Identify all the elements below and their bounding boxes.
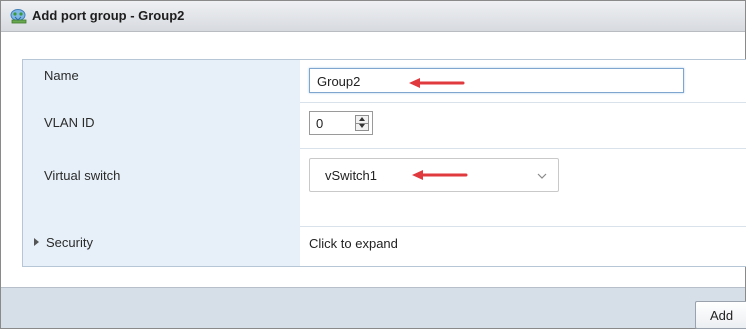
name-label: Name: [44, 68, 79, 83]
stepper-down-icon[interactable]: [356, 123, 368, 130]
name-row: Name Group2: [23, 60, 746, 103]
dialog-footer: Add: [1, 287, 746, 329]
security-row[interactable]: Security Click to expand: [23, 226, 746, 266]
add-button-label: Add: [710, 308, 734, 323]
vlan-id-stepper[interactable]: 0: [309, 111, 373, 135]
security-label-cell: Security: [23, 226, 300, 266]
vlan-row: VLAN ID 0: [23, 102, 746, 149]
network-port-group-icon: [10, 9, 27, 24]
port-group-form: Name Group2 VLAN ID 0 Virtual switch vSw…: [22, 59, 746, 267]
vlan-id-label: VLAN ID: [44, 115, 95, 130]
add-port-group-dialog: Add port group - Group2 Name Group2 VLAN…: [0, 0, 746, 329]
virtual-switch-label: Virtual switch: [44, 168, 121, 183]
vlan-label-cell: VLAN ID: [23, 102, 300, 148]
dialog-title: Add port group - Group2: [32, 8, 185, 23]
virtual-switch-selected: vSwitch1: [325, 168, 378, 183]
expand-arrow-icon[interactable]: [34, 238, 39, 246]
dialog-titlebar: Add port group - Group2: [1, 1, 745, 32]
security-label[interactable]: Security: [46, 235, 93, 250]
annotation-arrow-icon: [409, 78, 465, 88]
name-label-cell: Name: [23, 60, 300, 102]
add-button[interactable]: Add: [695, 301, 746, 329]
vswitch-row: Virtual switch vSwitch1: [23, 148, 746, 227]
annotation-arrow-icon: [412, 170, 468, 180]
name-field-value: Group2: [317, 74, 361, 89]
name-field[interactable]: Group2: [309, 68, 684, 93]
security-expand-hint[interactable]: Click to expand: [309, 236, 398, 251]
vlan-id-value: 0: [316, 116, 324, 131]
chevron-down-icon: [537, 173, 547, 179]
vswitch-label-cell: Virtual switch: [23, 148, 300, 226]
stepper-buttons: [355, 115, 369, 131]
